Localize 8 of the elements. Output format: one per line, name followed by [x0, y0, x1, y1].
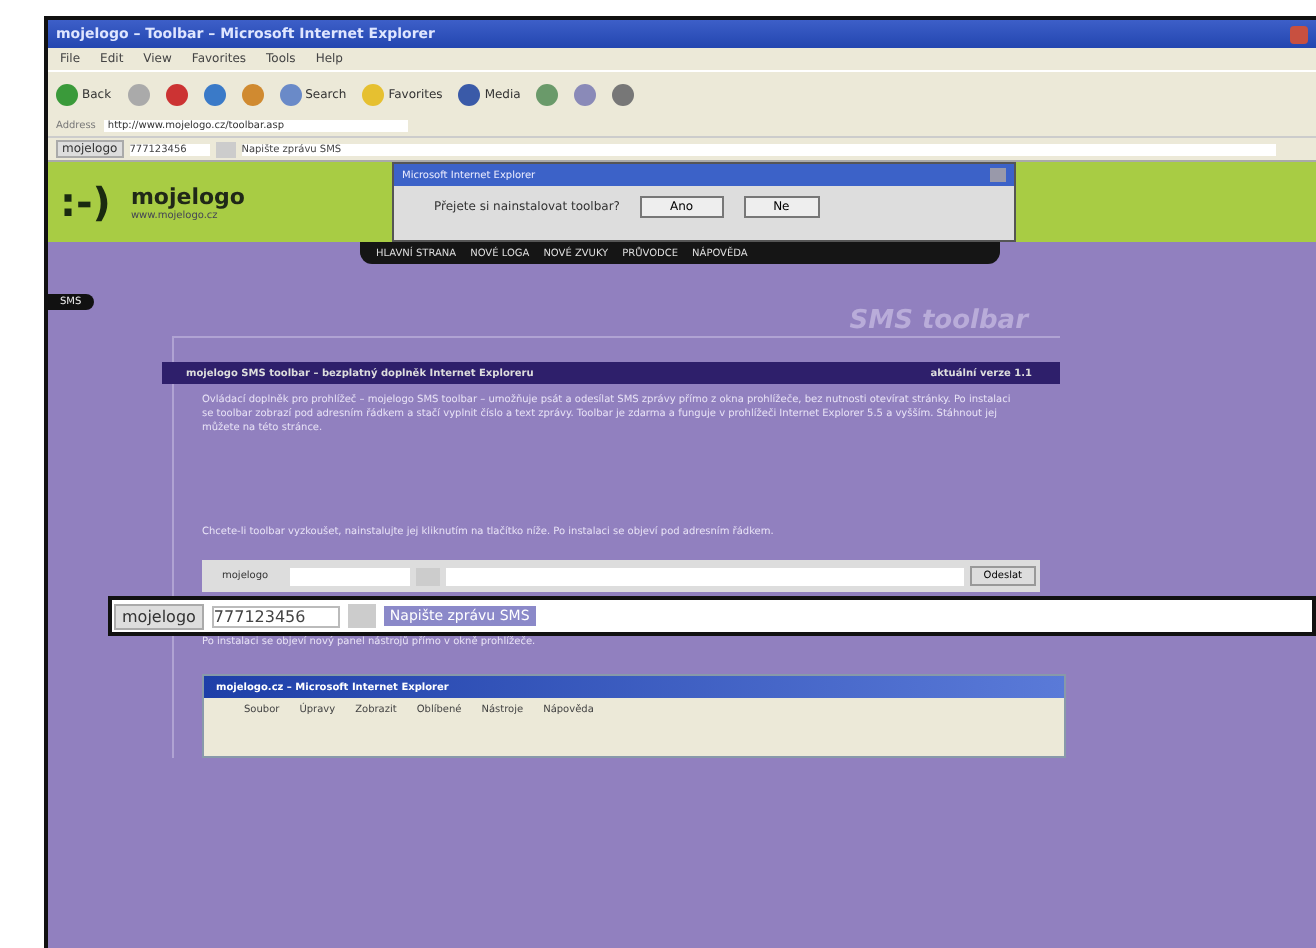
smiley-logo: :-)	[60, 178, 111, 226]
go-button[interactable]	[215, 141, 236, 157]
logo-text: mojelogo	[130, 183, 245, 209]
message-dropdown[interactable]	[446, 567, 964, 585]
phone-number-dropdown[interactable]: 777123456	[211, 605, 340, 627]
go-button[interactable]	[347, 604, 376, 628]
toolbar-brand-button[interactable]: mojelogo	[114, 603, 204, 629]
number-dropdown[interactable]	[290, 567, 411, 585]
